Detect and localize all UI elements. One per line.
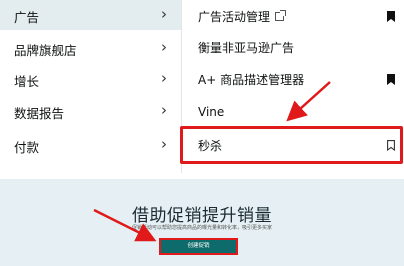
submenu-item-label: A+ 商品描述管理器 — [198, 73, 305, 87]
highlight-box — [180, 126, 403, 164]
chevron-right-icon: › — [161, 101, 167, 119]
bookmark-filled-icon[interactable] — [387, 74, 395, 85]
left-menu-item-label: 广告 — [14, 10, 40, 25]
left-menu-item-growth[interactable]: 增长 › — [0, 64, 181, 94]
submenu-item-aplus-manager[interactable]: A+ 商品描述管理器 — [182, 63, 404, 96]
left-menu-item-label: 品牌旗舰店 — [14, 43, 77, 58]
bookmark-filled-icon[interactable] — [387, 11, 395, 22]
submenu-item-label: 衡量非亚马逊广告 — [198, 41, 295, 55]
left-menu-item-label: 增长 — [14, 74, 40, 89]
banner-title: 借助促销提升销量 — [132, 206, 272, 226]
chevron-right-icon: › — [161, 5, 167, 23]
left-menu-item-payments[interactable]: 付款 › — [0, 130, 181, 160]
banner-description: 促销活动可以帮助您提高商品的曝光量和转化率，吸引更多买家 — [131, 225, 272, 231]
external-link-icon — [275, 10, 287, 21]
left-menu-item-reports[interactable]: 数据报告 › — [0, 96, 181, 126]
left-menu-item-advertising[interactable]: 广告 › — [0, 0, 181, 30]
left-menu-item-label: 数据报告 — [14, 106, 65, 121]
left-menu-item-label: 付款 — [14, 140, 40, 155]
chevron-right-icon: › — [161, 38, 167, 56]
submenu-item-campaign-manager[interactable]: 广告活动管理 — [182, 0, 404, 33]
submenu-item-non-amazon-ads[interactable]: 衡量非亚马逊广告 — [182, 31, 404, 64]
chevron-right-icon: › — [161, 69, 167, 87]
left-nav-menu: 广告 › 品牌旗舰店 › 增长 › 数据报告 › 付款 › — [0, 0, 181, 173]
chevron-right-icon: › — [161, 135, 167, 153]
create-promotion-button[interactable]: 创建促销 — [159, 238, 238, 255]
submenu-item-label: 广告活动管理 — [198, 10, 271, 24]
submenu-item-label: Vine — [198, 105, 225, 119]
left-menu-item-brand-store[interactable]: 品牌旗舰店 › — [0, 33, 181, 63]
